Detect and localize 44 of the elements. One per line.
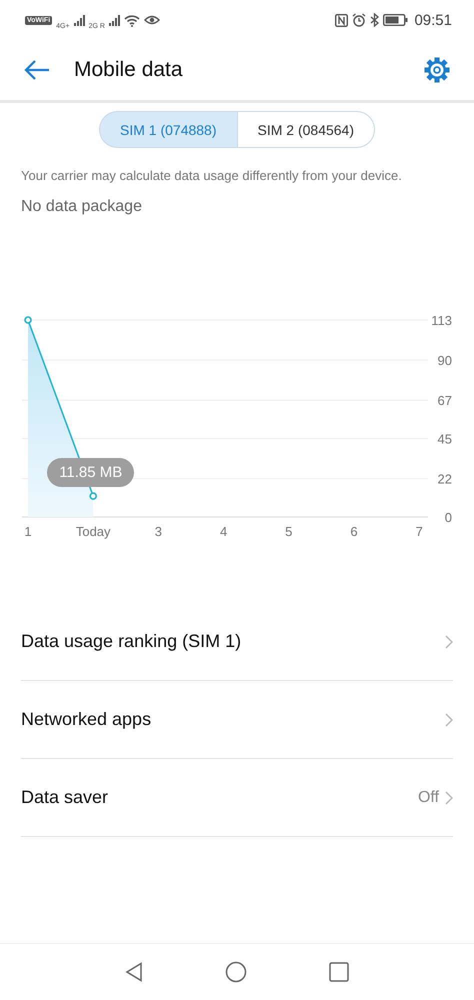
value-tooltip: 11.85 MB bbox=[47, 458, 134, 488]
row-label: Data saver bbox=[21, 787, 108, 808]
back-triangle-icon[interactable] bbox=[125, 962, 143, 982]
recents-square-icon[interactable] bbox=[329, 962, 349, 982]
y-axis-label: 67 bbox=[438, 393, 452, 408]
nfc-icon bbox=[335, 14, 348, 26]
y-axis-label: 45 bbox=[438, 432, 452, 447]
x-axis-label: 1 bbox=[24, 524, 32, 539]
menu-row[interactable]: Networked apps bbox=[21, 681, 453, 759]
row-label: Networked apps bbox=[21, 709, 152, 730]
x-axis-label: 7 bbox=[416, 524, 423, 539]
eye-icon bbox=[144, 14, 160, 26]
clock: 09:51 bbox=[414, 12, 452, 28]
battery-icon bbox=[383, 14, 408, 26]
signal-icon bbox=[74, 14, 85, 26]
settings-icon[interactable] bbox=[424, 57, 450, 83]
chevron-icon bbox=[445, 712, 453, 726]
alarm-icon bbox=[352, 13, 366, 27]
row-value: Off bbox=[418, 788, 439, 806]
back-arrow-icon[interactable] bbox=[24, 59, 50, 81]
y-axis-label: 113 bbox=[431, 313, 452, 328]
chevron-icon bbox=[445, 790, 453, 804]
bluetooth-icon bbox=[370, 13, 380, 27]
page-title: Mobile data bbox=[74, 58, 184, 82]
sim-tab[interactable]: SIM 2 (084564) bbox=[236, 111, 375, 148]
x-axis-label: Today bbox=[76, 524, 111, 539]
x-axis-label: 6 bbox=[350, 524, 358, 539]
x-axis-label: 3 bbox=[154, 524, 162, 539]
chevron-icon bbox=[445, 634, 453, 648]
data-point bbox=[24, 316, 32, 324]
disclaimer-text: Your carrier may calculate data usage differently from your device. bbox=[20, 167, 403, 183]
y-axis-label: 90 bbox=[438, 353, 452, 368]
menu-row[interactable]: Data usage ranking (SIM 1) bbox=[21, 603, 453, 681]
y-axis-label: 0 bbox=[444, 510, 452, 525]
wifi-icon bbox=[124, 14, 140, 26]
package-status: No data package bbox=[20, 197, 143, 216]
signal-icon bbox=[108, 14, 120, 26]
x-axis-label: 4 bbox=[220, 524, 228, 539]
x-axis-label: 5 bbox=[285, 524, 292, 539]
y-axis-label: 22 bbox=[438, 472, 452, 487]
data-point bbox=[89, 492, 97, 500]
row-label: Data usage ranking (SIM 1) bbox=[21, 631, 242, 652]
home-circle-icon[interactable] bbox=[225, 961, 247, 983]
menu-row[interactable]: Data saver Off bbox=[21, 759, 453, 837]
